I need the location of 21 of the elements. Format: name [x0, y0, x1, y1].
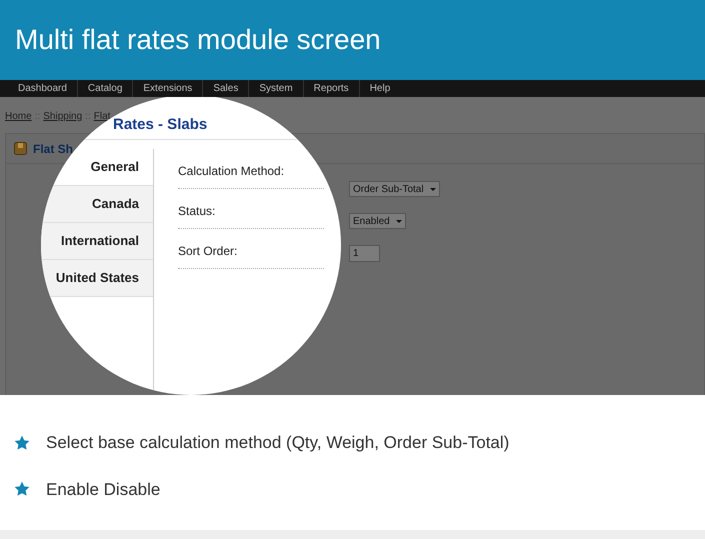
tab[interactable]: International	[41, 223, 153, 260]
input-field[interactable]: 1	[349, 245, 380, 262]
caret-icon	[396, 220, 402, 222]
star-icon	[14, 434, 30, 451]
dropdown[interactable]: Order Sub-Total	[349, 181, 440, 197]
caret-icon	[430, 188, 436, 190]
dropdown[interactable]: Enabled	[349, 213, 406, 229]
tab[interactable]: United States	[41, 260, 153, 297]
star-icon	[14, 481, 30, 498]
menu-item[interactable]: Dashboard	[8, 80, 77, 97]
field-label: Status:	[178, 204, 216, 218]
field-label: Sort Order:	[178, 244, 238, 258]
feature-text: Enable Disable	[46, 478, 160, 500]
tab[interactable]: Canada	[41, 186, 153, 223]
page-heading: Rates - Slabs	[113, 116, 208, 133]
package-icon	[14, 142, 27, 155]
field-label: Calculation Method:	[178, 164, 284, 178]
breadcrumb-separator: ::	[34, 110, 40, 124]
feature-text: Select base calculation method (Qty, Weigh, Order Sub-Total)	[46, 432, 510, 454]
page-title: Multi flat rates module screen	[15, 23, 381, 57]
breadcrumb-separator: ::	[85, 110, 91, 124]
